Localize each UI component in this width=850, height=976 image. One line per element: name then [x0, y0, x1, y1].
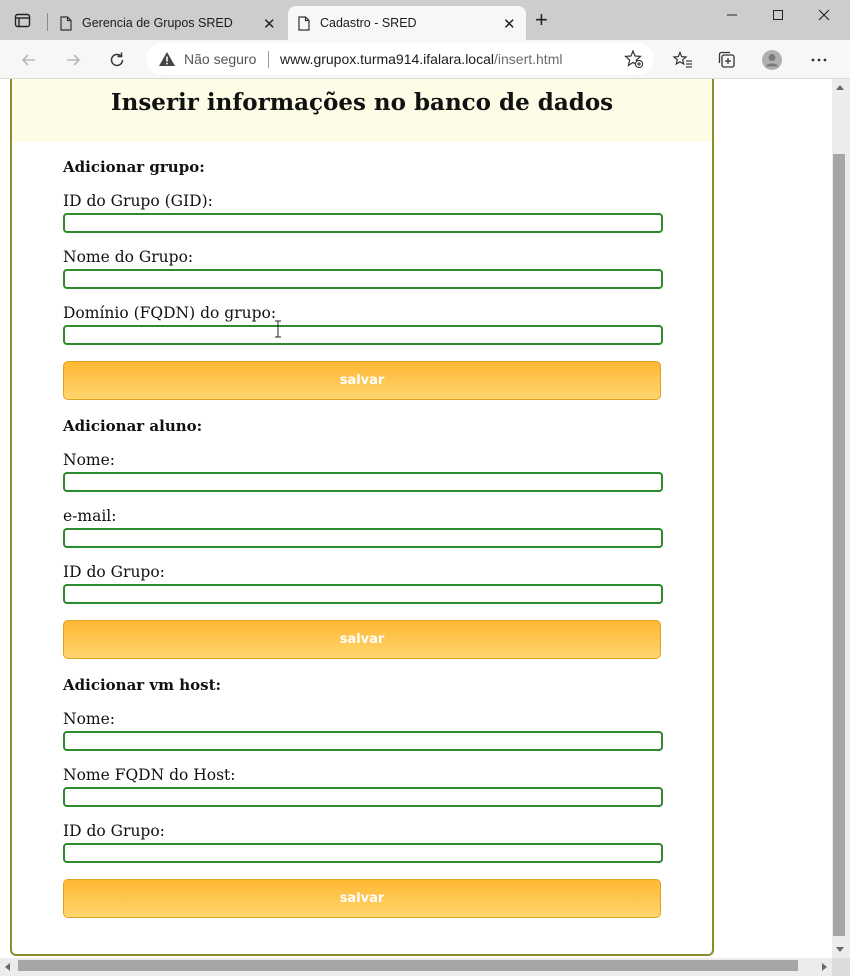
tab-actions-icon[interactable]: [14, 13, 32, 29]
scroll-right-icon[interactable]: [822, 963, 827, 971]
close-tab-icon[interactable]: ✕: [503, 15, 516, 33]
close-window-icon[interactable]: [801, 8, 847, 32]
label-student-name: Nome:: [63, 451, 115, 469]
scroll-up-icon[interactable]: [836, 85, 844, 90]
label-gid: ID do Grupo (GID):: [63, 192, 213, 210]
scroll-down-icon[interactable]: [836, 947, 844, 952]
maximize-icon[interactable]: [755, 8, 801, 32]
page-icon: [60, 16, 72, 34]
address-bar[interactable]: Não seguro www.grupox.turma914.ifalara.l…: [146, 43, 654, 75]
tab-gerencia[interactable]: Gerencia de Grupos SRED ✕: [50, 6, 288, 40]
save-group-button[interactable]: salvar: [63, 361, 661, 400]
save-student-button[interactable]: salvar: [63, 620, 661, 659]
student-name-input[interactable]: [63, 472, 663, 492]
refresh-icon[interactable]: [106, 49, 128, 71]
profile-icon[interactable]: [761, 49, 783, 71]
host-name-input[interactable]: [63, 731, 663, 751]
security-label[interactable]: Não seguro: [184, 51, 256, 67]
save-host-button[interactable]: salvar: [63, 879, 661, 918]
tab-cadastro[interactable]: Cadastro - SRED ✕: [288, 6, 526, 40]
gid-input[interactable]: [63, 213, 663, 233]
tab-strip: Gerencia de Grupos SRED ✕ Cadastro - SRE…: [0, 0, 850, 40]
scrollbar-corner: [832, 958, 850, 976]
horizontal-scroll-thumb[interactable]: [18, 960, 798, 971]
tab-title: Cadastro - SRED: [320, 16, 417, 30]
page-icon: [298, 16, 310, 34]
more-options-icon[interactable]: [808, 49, 830, 71]
label-host-fqdn: Nome FQDN do Host:: [63, 766, 236, 784]
label-group-name: Nome do Grupo:: [63, 248, 194, 266]
page-title: Inserir informações no banco de dados: [110, 89, 614, 116]
scroll-left-icon[interactable]: [5, 963, 10, 971]
host-fqdn-input[interactable]: [63, 787, 663, 807]
email-field[interactable]: [63, 528, 663, 548]
favorites-icon[interactable]: [672, 49, 694, 71]
page-viewport: Inserir informações no banco de dados Ad…: [0, 79, 832, 958]
url-host: www.grupox.turma914.ifalara.local: [280, 51, 494, 67]
add-favorite-icon[interactable]: [624, 49, 644, 74]
text-cursor-icon: [274, 320, 282, 338]
group-name-input[interactable]: [63, 269, 663, 289]
vertical-scroll-thumb[interactable]: [833, 154, 845, 936]
section-heading-vm-host: Adicionar vm host:: [63, 676, 222, 694]
label-host-name: Nome:: [63, 710, 115, 728]
minimize-icon[interactable]: [709, 8, 755, 32]
form-panel: Inserir informações no banco de dados Ad…: [10, 79, 714, 956]
label-group-fqdn: Domínio (FQDN) do grupo:: [63, 304, 277, 322]
collections-icon[interactable]: [716, 49, 738, 71]
url-text[interactable]: www.grupox.turma914.ifalara.local/insert…: [280, 51, 562, 67]
label-email: e-mail:: [63, 507, 117, 525]
warning-icon[interactable]: [158, 51, 176, 72]
new-tab-icon[interactable]: +: [535, 9, 548, 31]
label-student-group-id: ID do Grupo:: [63, 563, 165, 581]
section-heading-aluno: Adicionar aluno:: [63, 417, 203, 435]
label-host-group-id: ID do Grupo:: [63, 822, 165, 840]
host-group-id-input[interactable]: [63, 843, 663, 863]
back-icon[interactable]: [18, 49, 40, 71]
tab-title: Gerencia de Grupos SRED: [82, 16, 233, 30]
vertical-scrollbar[interactable]: [832, 79, 850, 958]
url-path: /insert.html: [494, 51, 563, 67]
close-tab-icon[interactable]: ✕: [263, 15, 276, 33]
section-heading-grupo: Adicionar grupo:: [63, 158, 205, 176]
browser-toolbar: Não seguro www.grupox.turma914.ifalara.l…: [0, 40, 850, 79]
forward-icon[interactable]: [62, 49, 84, 71]
url-divider: [268, 51, 269, 68]
page-header: Inserir informações no banco de dados: [12, 79, 712, 142]
student-group-id-input[interactable]: [63, 584, 663, 604]
horizontal-scrollbar[interactable]: [0, 958, 832, 976]
tab-separator: [47, 13, 48, 31]
group-fqdn-input[interactable]: [63, 325, 663, 345]
